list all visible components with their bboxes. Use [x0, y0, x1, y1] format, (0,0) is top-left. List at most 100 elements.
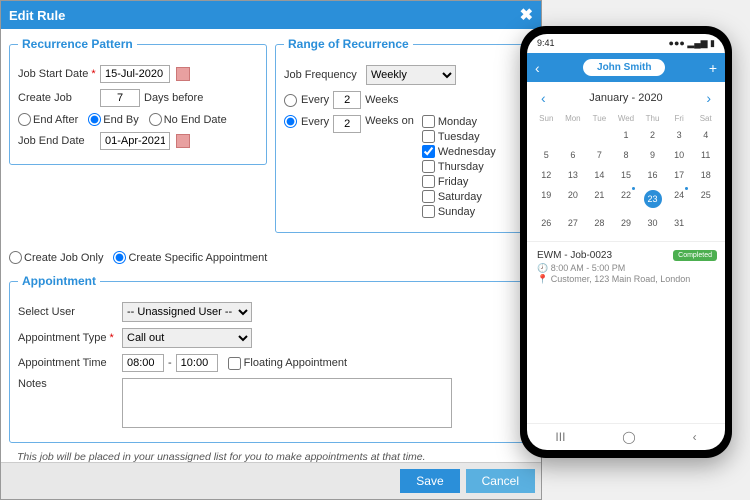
titlebar: Edit Rule ✖ — [1, 1, 541, 29]
end-date-input[interactable] — [100, 132, 170, 150]
floating-checkbox[interactable]: Floating Appointment — [228, 357, 347, 370]
cal-day[interactable]: 31 — [666, 213, 693, 233]
cal-day[interactable]: 12 — [533, 165, 560, 185]
notes-textarea[interactable] — [122, 378, 452, 428]
job-card[interactable]: EWM - Job-0023 🕗 8:00 AM - 5:00 PM 📍 Cus… — [527, 241, 725, 293]
appt-type-label: Appointment Type * — [18, 332, 118, 344]
cal-day[interactable]: 25 — [692, 185, 719, 213]
phone-statusbar: 9:41 ●●● ▂▄▆ ▮ — [527, 34, 725, 53]
cal-day[interactable]: 27 — [560, 213, 587, 233]
prev-month-icon[interactable]: ‹ — [541, 90, 546, 106]
start-date-input[interactable] — [100, 65, 170, 83]
job-time: 🕗 8:00 AM - 5:00 PM — [537, 263, 715, 274]
cal-day[interactable]: 6 — [560, 145, 587, 165]
day-sunday[interactable]: Sunday — [422, 205, 496, 218]
cal-day[interactable]: 23 — [639, 185, 666, 213]
freq-select[interactable]: Weekly — [366, 65, 456, 85]
user-pill[interactable]: John Smith — [583, 59, 665, 76]
month-label: January - 2020 — [589, 92, 662, 104]
close-icon[interactable]: ✖ — [520, 5, 533, 25]
back-key-icon[interactable]: ‹ — [693, 430, 697, 444]
cal-day[interactable]: 29 — [613, 213, 640, 233]
cal-day[interactable]: 17 — [666, 165, 693, 185]
create-job-only-radio[interactable]: Create Job Only — [9, 251, 103, 264]
cal-day[interactable]: 24 — [666, 185, 693, 213]
cal-day[interactable]: 3 — [666, 125, 693, 145]
edit-rule-dialog: Edit Rule ✖ Recurrence Pattern Job Start… — [0, 0, 542, 500]
calendar-icon[interactable] — [176, 134, 190, 148]
recurrence-pattern-fieldset: Recurrence Pattern Job Start Date * Crea… — [9, 37, 267, 165]
select-user[interactable]: -- Unassigned User -- — [122, 302, 252, 322]
cal-day[interactable]: 11 — [692, 145, 719, 165]
notes-label: Notes — [18, 378, 118, 390]
end-date-label: Job End Date — [18, 135, 96, 147]
calendar-grid[interactable]: 1234567891011121314151617181920212223242… — [527, 123, 725, 241]
cal-day[interactable]: 18 — [692, 165, 719, 185]
phone-navkeys: III ◯ ‹ — [527, 423, 725, 450]
day-monday[interactable]: Monday — [422, 115, 496, 128]
every-weeks-radio[interactable]: Every — [284, 94, 329, 107]
appointment-fieldset: Appointment Select User -- Unassigned Us… — [9, 274, 533, 443]
recurrence-legend: Recurrence Pattern — [18, 37, 137, 51]
day-tuesday[interactable]: Tuesday — [422, 130, 496, 143]
days-before-input[interactable] — [100, 89, 140, 107]
next-month-icon[interactable]: › — [706, 90, 711, 106]
calendar-header: ‹ January - 2020 › — [527, 82, 725, 114]
every-weeks-on-input[interactable] — [333, 115, 361, 133]
appointment-legend: Appointment — [18, 274, 100, 288]
cal-day[interactable]: 13 — [560, 165, 587, 185]
calendar-dow: SunMonTueWedThuFriSat — [527, 114, 725, 123]
cal-day[interactable]: 22 — [613, 185, 640, 213]
cal-day[interactable]: 2 — [639, 125, 666, 145]
calendar-icon[interactable] — [176, 67, 190, 81]
day-saturday[interactable]: Saturday — [422, 190, 496, 203]
cal-day[interactable]: 4 — [692, 125, 719, 145]
phone-navbar: ‹ John Smith + — [527, 53, 725, 82]
cal-day[interactable]: 14 — [586, 165, 613, 185]
cal-day[interactable]: 30 — [639, 213, 666, 233]
range-fieldset: Range of Recurrence Job Frequency Weekly… — [275, 37, 533, 233]
create-specific-radio[interactable]: Create Specific Appointment — [113, 251, 267, 264]
appt-type-select[interactable]: Call out — [122, 328, 252, 348]
time-from-input[interactable] — [122, 354, 164, 372]
save-button[interactable]: Save — [400, 469, 459, 493]
status-badge: Completed — [673, 250, 717, 261]
dialog-footer: Save Cancel — [1, 462, 541, 499]
job-address: 📍 Customer, 123 Main Road, London — [537, 274, 715, 285]
cal-day[interactable]: 9 — [639, 145, 666, 165]
end-after-radio[interactable]: End After — [18, 113, 78, 126]
select-user-label: Select User — [18, 306, 118, 318]
cancel-button[interactable]: Cancel — [466, 469, 535, 493]
dialog-title: Edit Rule — [9, 8, 65, 23]
end-by-radio[interactable]: End By — [88, 113, 138, 126]
days-before-suffix: Days before — [144, 92, 203, 104]
add-icon[interactable]: + — [709, 60, 717, 76]
every-weeks-input[interactable] — [333, 91, 361, 109]
day-friday[interactable]: Friday — [422, 175, 496, 188]
cal-day[interactable]: 21 — [586, 185, 613, 213]
recents-icon[interactable]: III — [555, 430, 565, 444]
start-date-label: Job Start Date * — [18, 68, 96, 80]
cal-day[interactable]: 7 — [586, 145, 613, 165]
day-wednesday[interactable]: Wednesday — [422, 145, 496, 158]
phone-mockup: 9:41 ●●● ▂▄▆ ▮ ‹ John Smith + ‹ January … — [520, 26, 732, 458]
cal-day[interactable]: 26 — [533, 213, 560, 233]
no-end-radio[interactable]: No End Date — [149, 113, 227, 126]
day-thursday[interactable]: Thursday — [422, 160, 496, 173]
create-job-label: Create Job — [18, 92, 96, 104]
cal-day[interactable]: 10 — [666, 145, 693, 165]
appt-time-label: Appointment Time — [18, 357, 118, 369]
cal-day[interactable]: 20 — [560, 185, 587, 213]
cal-day[interactable]: 5 — [533, 145, 560, 165]
home-icon[interactable]: ◯ — [622, 430, 635, 444]
back-icon[interactable]: ‹ — [535, 60, 540, 76]
cal-day[interactable]: 28 — [586, 213, 613, 233]
signal-icon: ●●● ▂▄▆ ▮ — [669, 38, 715, 49]
cal-day[interactable]: 16 — [639, 165, 666, 185]
cal-day[interactable]: 1 — [613, 125, 640, 145]
cal-day[interactable]: 8 — [613, 145, 640, 165]
every-weeks-on-radio[interactable]: Every — [284, 115, 329, 128]
time-to-input[interactable] — [176, 354, 218, 372]
cal-day[interactable]: 19 — [533, 185, 560, 213]
cal-day[interactable]: 15 — [613, 165, 640, 185]
